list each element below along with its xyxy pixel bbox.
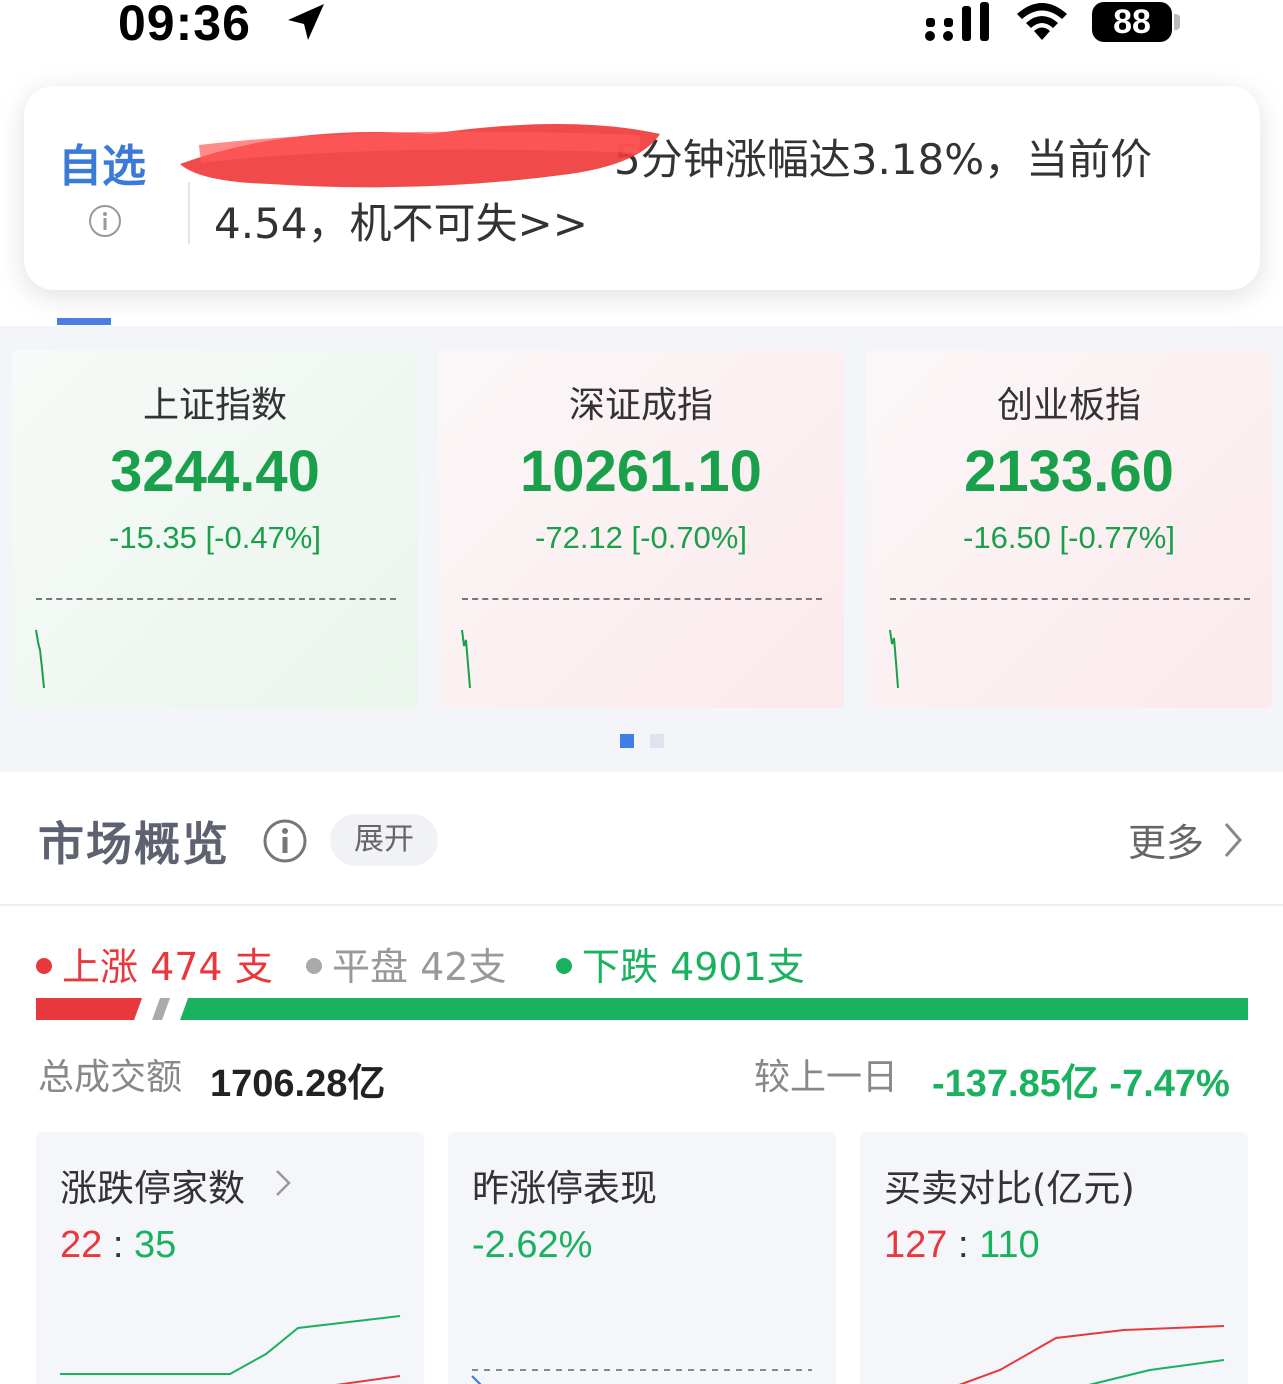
card-title: 昨涨停表现 <box>472 1167 657 1210</box>
prev-close-line <box>462 598 822 600</box>
advancing-count: 上涨 474 支 <box>36 936 273 991</box>
limit-down-count: 35 <box>133 1224 177 1266</box>
status-bar: 09:36 88 <box>0 0 1283 80</box>
more-link[interactable]: 更多 <box>1128 812 1204 867</box>
card-value: 127 : 110 <box>884 1224 1040 1267</box>
prev-close-line <box>36 598 396 600</box>
prev-limit-up-card[interactable]: 昨涨停表现 -2.62% <box>448 1132 836 1384</box>
expand-button[interactable]: 展开 <box>330 814 438 866</box>
turnover-label: 总成交额 <box>38 1057 183 1098</box>
index-name: 创业板指 <box>996 385 1141 426</box>
card-value: 22 : 35 <box>60 1224 176 1267</box>
index-card-szse[interactable]: 深证成指 10261.10 -72.12 [-0.70%] <box>438 350 844 708</box>
index-change: -15.35 [-0.47%] <box>109 520 321 555</box>
notification-tag: 自选 <box>58 141 146 192</box>
trend-line-up <box>335 1375 401 1384</box>
chevron-right-icon[interactable] <box>1220 820 1246 860</box>
trend-chart <box>958 1325 1225 1384</box>
ratio-separator: : <box>112 1224 124 1266</box>
index-card-chinext[interactable]: 创业板指 2133.60 -16.50 [-0.77%] <box>866 350 1272 708</box>
trend-line <box>471 1375 482 1384</box>
breadth-bar-flat <box>152 998 171 1020</box>
section-title: 市场概览 <box>38 817 230 871</box>
info-icon[interactable] <box>88 204 122 238</box>
compare-label: 较上一日 <box>754 1057 899 1098</box>
info-icon[interactable] <box>262 818 308 864</box>
advancing-label: 上涨 474 支 <box>62 945 273 989</box>
redaction-scribble <box>180 124 660 188</box>
buy-sell-ratio-card[interactable]: 买卖对比(亿元) 127 : 110 <box>860 1132 1248 1384</box>
card-title: 涨跌停家数 <box>60 1167 245 1210</box>
sell-amount: 110 <box>979 1224 1040 1266</box>
unchanged-count: 平盘 42支 <box>306 936 506 991</box>
up-dot <box>36 957 52 974</box>
limit-up-down-card[interactable]: 涨跌停家数 22 : 35 <box>36 1132 424 1384</box>
chevron-right-icon[interactable] <box>274 1168 292 1198</box>
battery-level: 88 <box>1092 2 1172 42</box>
index-name: 上证指数 <box>142 385 287 426</box>
status-time: 09:36 <box>118 0 251 51</box>
breadth-bar <box>36 998 1248 1020</box>
trend-chart <box>471 1369 812 1384</box>
push-notification[interactable]: 自选 5分钟涨幅达3.18%，当前价4.54，机不可失>> <box>24 86 1260 290</box>
trend-line-down <box>60 1315 401 1375</box>
ratio-separator: : <box>957 1224 969 1266</box>
buy-line <box>958 1325 1225 1384</box>
buy-amount: 127 <box>884 1224 948 1266</box>
index-change: -16.50 [-0.77%] <box>963 520 1175 555</box>
breadth-bar-down <box>180 998 1248 1020</box>
battery-icon: 88 <box>1092 0 1182 44</box>
turnover-value: 1706.28亿 <box>210 1063 386 1105</box>
pager-dot-active[interactable] <box>620 734 634 748</box>
trend-chart <box>60 1315 401 1384</box>
index-value: 2133.60 <box>964 439 1174 504</box>
section-divider <box>0 904 1283 906</box>
index-sparkline <box>889 629 899 689</box>
flat-dot <box>306 957 322 974</box>
index-value: 10261.10 <box>520 439 762 504</box>
battery-tip <box>1174 14 1180 30</box>
wifi-icon <box>1017 3 1067 40</box>
declining-label: 下跌 4901支 <box>582 945 805 989</box>
sell-line <box>1088 1359 1225 1384</box>
compare-value: -137.85亿 -7.47% <box>932 1063 1230 1105</box>
index-card-sse[interactable]: 上证指数 3244.40 -15.35 [-0.47%] <box>12 350 418 708</box>
declining-count: 下跌 4901支 <box>556 936 805 991</box>
index-change: -72.12 [-0.70%] <box>535 520 747 555</box>
index-value: 3244.40 <box>110 439 320 504</box>
index-name: 深证成指 <box>568 385 713 426</box>
card-value: -2.62% <box>472 1224 593 1266</box>
index-sparkline <box>461 629 471 689</box>
location-arrow-icon <box>288 4 324 40</box>
limit-up-count: 22 <box>60 1224 103 1266</box>
index-cards-area: 上证指数 3244.40 -15.35 [-0.47%] 深证成指 10261.… <box>0 326 1283 772</box>
pager-dot[interactable] <box>650 734 664 748</box>
down-dot <box>556 957 572 974</box>
signal-icon <box>925 2 989 41</box>
market-overview: 市场概览 展开 更多 上涨 474 支 平盘 42支 下跌 4901支 总成交额… <box>0 772 1283 1384</box>
index-sparkline <box>35 629 45 689</box>
prev-close-line <box>890 598 1250 600</box>
unchanged-label: 平盘 42支 <box>332 945 507 989</box>
tab-indicator <box>57 318 111 325</box>
breadth-bar-up <box>36 998 143 1020</box>
card-title: 买卖对比(亿元) <box>884 1167 1135 1210</box>
